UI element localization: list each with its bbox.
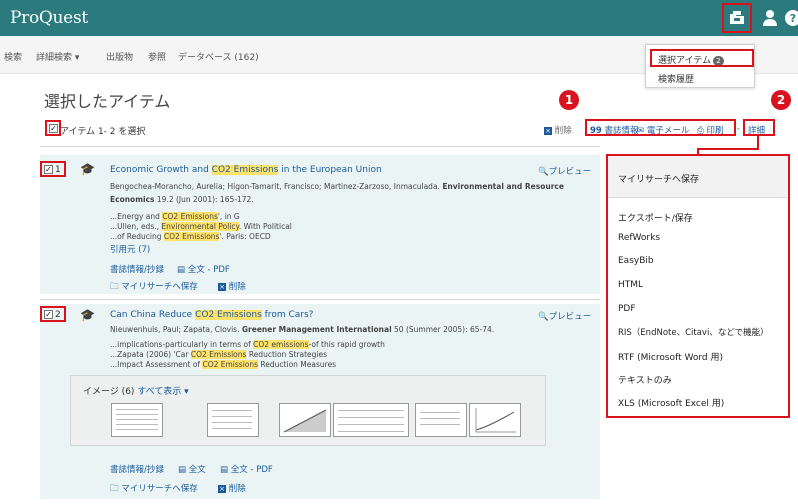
scholarly-journal-icon: 🎓 (80, 308, 95, 322)
document-icon: ▤ (178, 465, 187, 475)
result-1-delete-link[interactable]: × 削除 (218, 280, 246, 292)
scholarly-journal-icon: 🎓 (80, 162, 95, 176)
image-thumbnail[interactable] (415, 403, 467, 437)
result-1-abstract-link[interactable]: 書誌情報/抄録 (110, 263, 164, 275)
result-2-snippet-1: ...implications-particularly in terms of… (110, 340, 385, 349)
result-2-fulltext-link[interactable]: ▤ 全文 (178, 463, 206, 475)
export-rtf[interactable]: RTF (Microsoft Word 用) (618, 350, 723, 363)
export-easybib[interactable]: EasyBib (618, 256, 654, 266)
image-thumbnail[interactable] (469, 403, 521, 437)
result-1-cited-by-link[interactable]: 引用元 (7) (110, 243, 150, 255)
export-text-only[interactable]: テキストのみ (618, 373, 672, 386)
export-save-heading: エクスポート/保存 (618, 214, 693, 224)
show-all-images-link[interactable]: すべて表示 ▾ (137, 387, 188, 397)
result-1-citation: Economics 19.2 (Jun 2001): 165-172. (110, 195, 254, 204)
result-2-title[interactable]: Can China Reduce CO2 Emissions from Cars… (110, 310, 313, 320)
result-2-fulltext-pdf-link[interactable]: ▤ 全文 - PDF (220, 463, 273, 475)
envelope-icon: ✉ (637, 126, 645, 136)
pdf-icon: ▤ (177, 265, 186, 275)
toolbar-divider (40, 146, 600, 147)
email-button[interactable]: ✉ 電子メール (637, 124, 689, 136)
pdf-icon: ▤ (220, 465, 229, 475)
export-pdf[interactable]: PDF (618, 304, 636, 314)
delete-icon: × (218, 283, 226, 291)
result-2-snippet-2: ...Zapata (2006) 'Car CO2 Emissions Redu… (110, 350, 328, 359)
result-2-abstract-link[interactable]: 書誌情報/抄録 (110, 463, 164, 475)
nav-search[interactable]: 検索 (4, 50, 22, 63)
callout-2: 2 (771, 90, 791, 110)
export-xls[interactable]: XLS (Microsoft Excel 用) (618, 396, 724, 409)
result-2-images-block: イメージ (6) すべて表示 ▾ (70, 375, 546, 446)
nav-databases[interactable]: データベース (162) (178, 50, 259, 63)
magnifier-icon: 🔍 (538, 312, 549, 322)
result-1-snippet-1: ...Energy and CO2 Emissions', in G (110, 212, 240, 221)
export-options-panel: マイリサーチへ保存 エクスポート/保存 RefWorks EasyBib HTM… (606, 154, 790, 418)
result-1-checkbox-highlight (40, 161, 66, 177)
image-thumbnail[interactable] (207, 403, 259, 437)
help-icon[interactable]: ? (784, 9, 798, 27)
more-options-button[interactable]: 詳細 (748, 124, 765, 136)
nav-browse[interactable]: 参照 (148, 50, 166, 63)
delete-icon: × (218, 485, 226, 493)
result-1-save-link[interactable]: 🗀 マイリサーチへ保存 (110, 280, 198, 295)
nav-publications[interactable]: 出版物 (106, 50, 133, 63)
user-icon[interactable] (762, 9, 780, 27)
result-2-authors: Nieuwenhuis, Paul; Zapata, Clovis. Green… (110, 325, 495, 334)
quote-icon: 99 (590, 126, 602, 136)
citation-button[interactable]: 99 書誌情報 (590, 124, 639, 136)
result-1-snippet-2: ...Ullen, eds., Environmental Policy. Wi… (110, 222, 292, 231)
image-thumbnail[interactable] (111, 403, 163, 437)
export-refworks[interactable]: RefWorks (618, 233, 660, 243)
dropdown-search-history[interactable]: 検索履歴 (658, 72, 694, 85)
page-title: 選択したアイテム (44, 92, 171, 111)
export-ris[interactable]: RIS（EndNote、Citavi、などで機能） (618, 326, 769, 338)
result-1-fulltext-pdf-link[interactable]: ▤ 全文 - PDF (177, 263, 230, 275)
connector-line (697, 148, 759, 150)
result-item-1: ✓ 1 🎓 Economic Growth and CO2 Emissions … (40, 155, 600, 294)
save-to-my-research-header[interactable]: マイリサーチへ保存 (608, 156, 787, 198)
select-all-highlight-box (45, 120, 61, 136)
magnifier-icon: 🔍 (538, 167, 549, 177)
export-html[interactable]: HTML (618, 280, 643, 290)
result-2-save-link[interactable]: 🗀 マイリサーチへ保存 (110, 482, 198, 497)
result-1-snippet-3: ...of Reducing CO2 Emissions'. Paris: OE… (110, 232, 271, 241)
callout-1: 1 (559, 90, 579, 110)
result-2-snippet-3: ...Impact Assessment of CO2 Emissions Re… (110, 360, 337, 369)
nav-advanced-search[interactable]: 詳細検索 ▾ (36, 50, 79, 63)
printer-icon: ⎙ (697, 126, 704, 136)
result-1-preview-link[interactable]: 🔍プレビュー (538, 165, 591, 177)
svg-text:?: ? (790, 12, 796, 25)
result-1-authors: Bengochea-Morancho, Aurelia; Higon-Tamar… (110, 182, 564, 191)
delete-icon: × (544, 127, 552, 135)
image-thumbnail[interactable] (333, 403, 409, 437)
result-2-preview-link[interactable]: 🔍プレビュー (538, 310, 591, 322)
print-button[interactable]: ⎙ 印刷 (697, 124, 724, 136)
image-thumbnail[interactable] (279, 403, 331, 437)
folder-icon: 🗀 (110, 484, 119, 494)
result-2-number: 2 (55, 310, 61, 320)
result-1-number: 1 (55, 165, 61, 175)
result-2-checkbox-highlight (40, 306, 66, 322)
folder-icon: 🗀 (110, 282, 119, 292)
select-items-label: アイテム 1- 2 を選択 (60, 127, 146, 137)
selected-items-highlight-box (650, 49, 754, 67)
result-2-delete-link[interactable]: × 削除 (218, 482, 246, 494)
result-divider (40, 299, 600, 300)
images-label: イメージ (6) すべて表示 ▾ (83, 387, 189, 397)
top-bar: ProQuest ? (0, 0, 798, 36)
proquest-logo[interactable]: ProQuest (10, 8, 88, 28)
toolbar-separator: - (737, 124, 741, 134)
result-1-title[interactable]: Economic Growth and CO2 Emissions in the… (110, 165, 382, 175)
delete-all-button[interactable]: × 削除 (544, 124, 572, 136)
folder-highlight-box (722, 3, 752, 33)
